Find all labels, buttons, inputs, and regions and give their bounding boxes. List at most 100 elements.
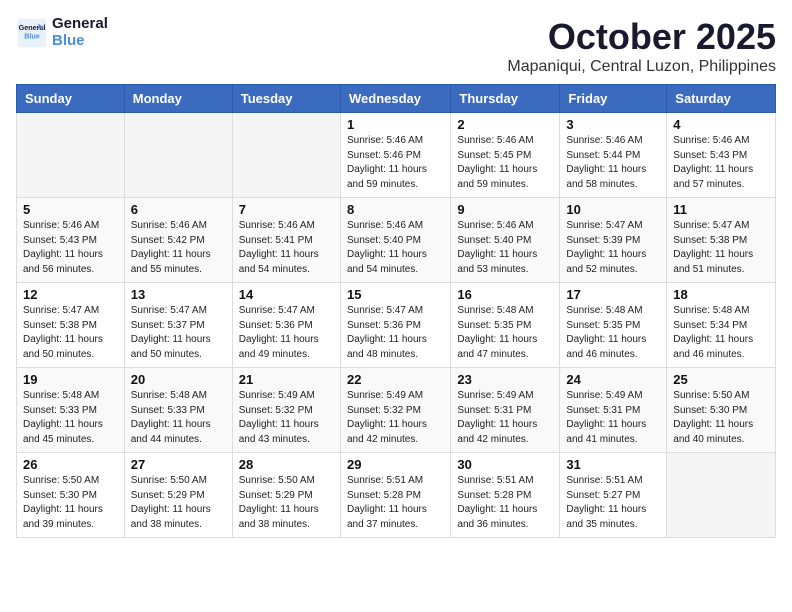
day-number: 13 [131,287,226,302]
calendar-cell: 9 Sunrise: 5:46 AM Sunset: 5:40 PM Daylig… [451,198,560,283]
day-number: 11 [673,202,769,217]
day-number: 1 [347,117,444,132]
day-number: 19 [23,372,118,387]
day-number: 9 [457,202,553,217]
day-info: Sunrise: 5:46 AM Sunset: 5:42 PM Dayligh… [131,219,226,277]
day-number: 27 [131,457,226,472]
calendar-cell: 20Sunrise: 5:48 AM Sunset: 5:33 PM Dayli… [124,368,232,453]
calendar-cell: 27 Sunrise: 5:50 AM Sunset: 5:29 PM Dayli… [124,453,232,538]
day-number: 26 [23,457,118,472]
calendar-cell: 12 Sunrise: 5:47 AM Sunset: 5:38 PM Dayli… [17,283,125,368]
calendar-cell: 10Sunrise: 5:47 AM Sunset: 5:39 PM Dayli… [560,198,667,283]
calendar-week-row: 1 Sunrise: 5:46 AM Sunset: 5:46 PM Daylig… [17,113,776,198]
day-info: Sunrise: 5:49 AM Sunset: 5:32 PM Dayligh… [347,389,444,447]
calendar-cell: 2 Sunrise: 5:46 AM Sunset: 5:45 PM Daylig… [451,113,560,198]
calendar-cell [124,113,232,198]
calendar-cell: 15 Sunrise: 5:47 AM Sunset: 5:36 PM Dayli… [340,283,450,368]
calendar-cell [17,113,125,198]
day-info: Sunrise: 5:47 AM Sunset: 5:38 PM Dayligh… [23,304,118,362]
calendar-cell: 3Sunrise: 5:46 AM Sunset: 5:44 PM Daylig… [560,113,667,198]
day-number: 7 [239,202,334,217]
day-number: 6 [131,202,226,217]
day-number: 2 [457,117,553,132]
calendar-cell: 6 Sunrise: 5:46 AM Sunset: 5:42 PM Daylig… [124,198,232,283]
day-number: 17 [566,287,660,302]
logo-text: General Blue [52,16,108,49]
day-number: 5 [23,202,118,217]
weekday-header: Sunday [17,85,125,113]
calendar-cell [232,113,340,198]
day-info: Sunrise: 5:50 AM Sunset: 5:30 PM Dayligh… [673,389,769,447]
weekday-header: Thursday [451,85,560,113]
day-info: Sunrise: 5:51 AM Sunset: 5:27 PM Dayligh… [566,474,660,532]
day-number: 3 [566,117,660,132]
day-info: Sunrise: 5:51 AM Sunset: 5:28 PM Dayligh… [347,474,444,532]
calendar-cell: 30Sunrise: 5:51 AM Sunset: 5:28 PM Dayli… [451,453,560,538]
calendar-cell: 26 Sunrise: 5:50 AM Sunset: 5:30 PM Dayli… [17,453,125,538]
day-number: 8 [347,202,444,217]
day-info: Sunrise: 5:46 AM Sunset: 5:40 PM Dayligh… [347,219,444,277]
day-info: Sunrise: 5:46 AM Sunset: 5:40 PM Dayligh… [457,219,553,277]
day-number: 15 [347,287,444,302]
day-number: 25 [673,372,769,387]
day-info: Sunrise: 5:51 AM Sunset: 5:28 PM Dayligh… [457,474,553,532]
day-info: Sunrise: 5:47 AM Sunset: 5:36 PM Dayligh… [347,304,444,362]
calendar-table: SundayMondayTuesdayWednesdayThursdayFrid… [16,84,776,538]
calendar-week-row: 5 Sunrise: 5:46 AM Sunset: 5:43 PM Daylig… [17,198,776,283]
logo: General Blue General Blue [16,16,108,49]
day-number: 21 [239,372,334,387]
location-title: Mapaniqui, Central Luzon, Philippines [507,58,776,76]
day-number: 22 [347,372,444,387]
calendar-cell: 8 Sunrise: 5:46 AM Sunset: 5:40 PM Daylig… [340,198,450,283]
calendar-cell: 5 Sunrise: 5:46 AM Sunset: 5:43 PM Daylig… [17,198,125,283]
day-info: Sunrise: 5:46 AM Sunset: 5:45 PM Dayligh… [457,134,553,192]
weekday-header: Wednesday [340,85,450,113]
calendar-cell: 31 Sunrise: 5:51 AM Sunset: 5:27 PM Dayli… [560,453,667,538]
day-number: 16 [457,287,553,302]
day-info: Sunrise: 5:46 AM Sunset: 5:46 PM Dayligh… [347,134,444,192]
day-number: 20 [131,372,226,387]
day-info: Sunrise: 5:49 AM Sunset: 5:32 PM Dayligh… [239,389,334,447]
day-info: Sunrise: 5:46 AM Sunset: 5:43 PM Dayligh… [673,134,769,192]
day-number: 28 [239,457,334,472]
day-info: Sunrise: 5:49 AM Sunset: 5:31 PM Dayligh… [566,389,660,447]
calendar-cell: 22 Sunrise: 5:49 AM Sunset: 5:32 PM Dayli… [340,368,450,453]
calendar-cell: 28Sunrise: 5:50 AM Sunset: 5:29 PM Dayli… [232,453,340,538]
day-number: 12 [23,287,118,302]
calendar-week-row: 26 Sunrise: 5:50 AM Sunset: 5:30 PM Dayli… [17,453,776,538]
day-info: Sunrise: 5:47 AM Sunset: 5:38 PM Dayligh… [673,219,769,277]
day-info: Sunrise: 5:50 AM Sunset: 5:30 PM Dayligh… [23,474,118,532]
day-number: 14 [239,287,334,302]
logo-icon: General Blue [16,17,48,49]
calendar-cell: 17 Sunrise: 5:48 AM Sunset: 5:35 PM Dayli… [560,283,667,368]
calendar-cell: 4Sunrise: 5:46 AM Sunset: 5:43 PM Daylig… [667,113,776,198]
day-info: Sunrise: 5:47 AM Sunset: 5:36 PM Dayligh… [239,304,334,362]
calendar-cell: 29 Sunrise: 5:51 AM Sunset: 5:28 PM Dayli… [340,453,450,538]
calendar-cell: 25 Sunrise: 5:50 AM Sunset: 5:30 PM Dayli… [667,368,776,453]
day-number: 31 [566,457,660,472]
calendar-cell: 14 Sunrise: 5:47 AM Sunset: 5:36 PM Dayli… [232,283,340,368]
calendar-cell: 7 Sunrise: 5:46 AM Sunset: 5:41 PM Daylig… [232,198,340,283]
calendar-cell: 13 Sunrise: 5:47 AM Sunset: 5:37 PM Dayli… [124,283,232,368]
calendar-cell: 1 Sunrise: 5:46 AM Sunset: 5:46 PM Daylig… [340,113,450,198]
calendar-cell: 24Sunrise: 5:49 AM Sunset: 5:31 PM Dayli… [560,368,667,453]
page-header: General Blue General Blue October 2025 M… [16,16,776,76]
day-info: Sunrise: 5:48 AM Sunset: 5:35 PM Dayligh… [457,304,553,362]
title-section: October 2025 Mapaniqui, Central Luzon, P… [507,16,776,76]
calendar-cell: 23Sunrise: 5:49 AM Sunset: 5:31 PM Dayli… [451,368,560,453]
day-info: Sunrise: 5:47 AM Sunset: 5:37 PM Dayligh… [131,304,226,362]
calendar-cell: 18Sunrise: 5:48 AM Sunset: 5:34 PM Dayli… [667,283,776,368]
day-number: 10 [566,202,660,217]
day-number: 29 [347,457,444,472]
weekday-header: Tuesday [232,85,340,113]
day-info: Sunrise: 5:48 AM Sunset: 5:35 PM Dayligh… [566,304,660,362]
weekday-header: Saturday [667,85,776,113]
calendar-header-row: SundayMondayTuesdayWednesdayThursdayFrid… [17,85,776,113]
weekday-header: Monday [124,85,232,113]
day-info: Sunrise: 5:46 AM Sunset: 5:41 PM Dayligh… [239,219,334,277]
calendar-cell: 19 Sunrise: 5:48 AM Sunset: 5:33 PM Dayli… [17,368,125,453]
day-info: Sunrise: 5:48 AM Sunset: 5:33 PM Dayligh… [23,389,118,447]
month-title: October 2025 [507,16,776,58]
day-info: Sunrise: 5:50 AM Sunset: 5:29 PM Dayligh… [131,474,226,532]
day-info: Sunrise: 5:46 AM Sunset: 5:43 PM Dayligh… [23,219,118,277]
